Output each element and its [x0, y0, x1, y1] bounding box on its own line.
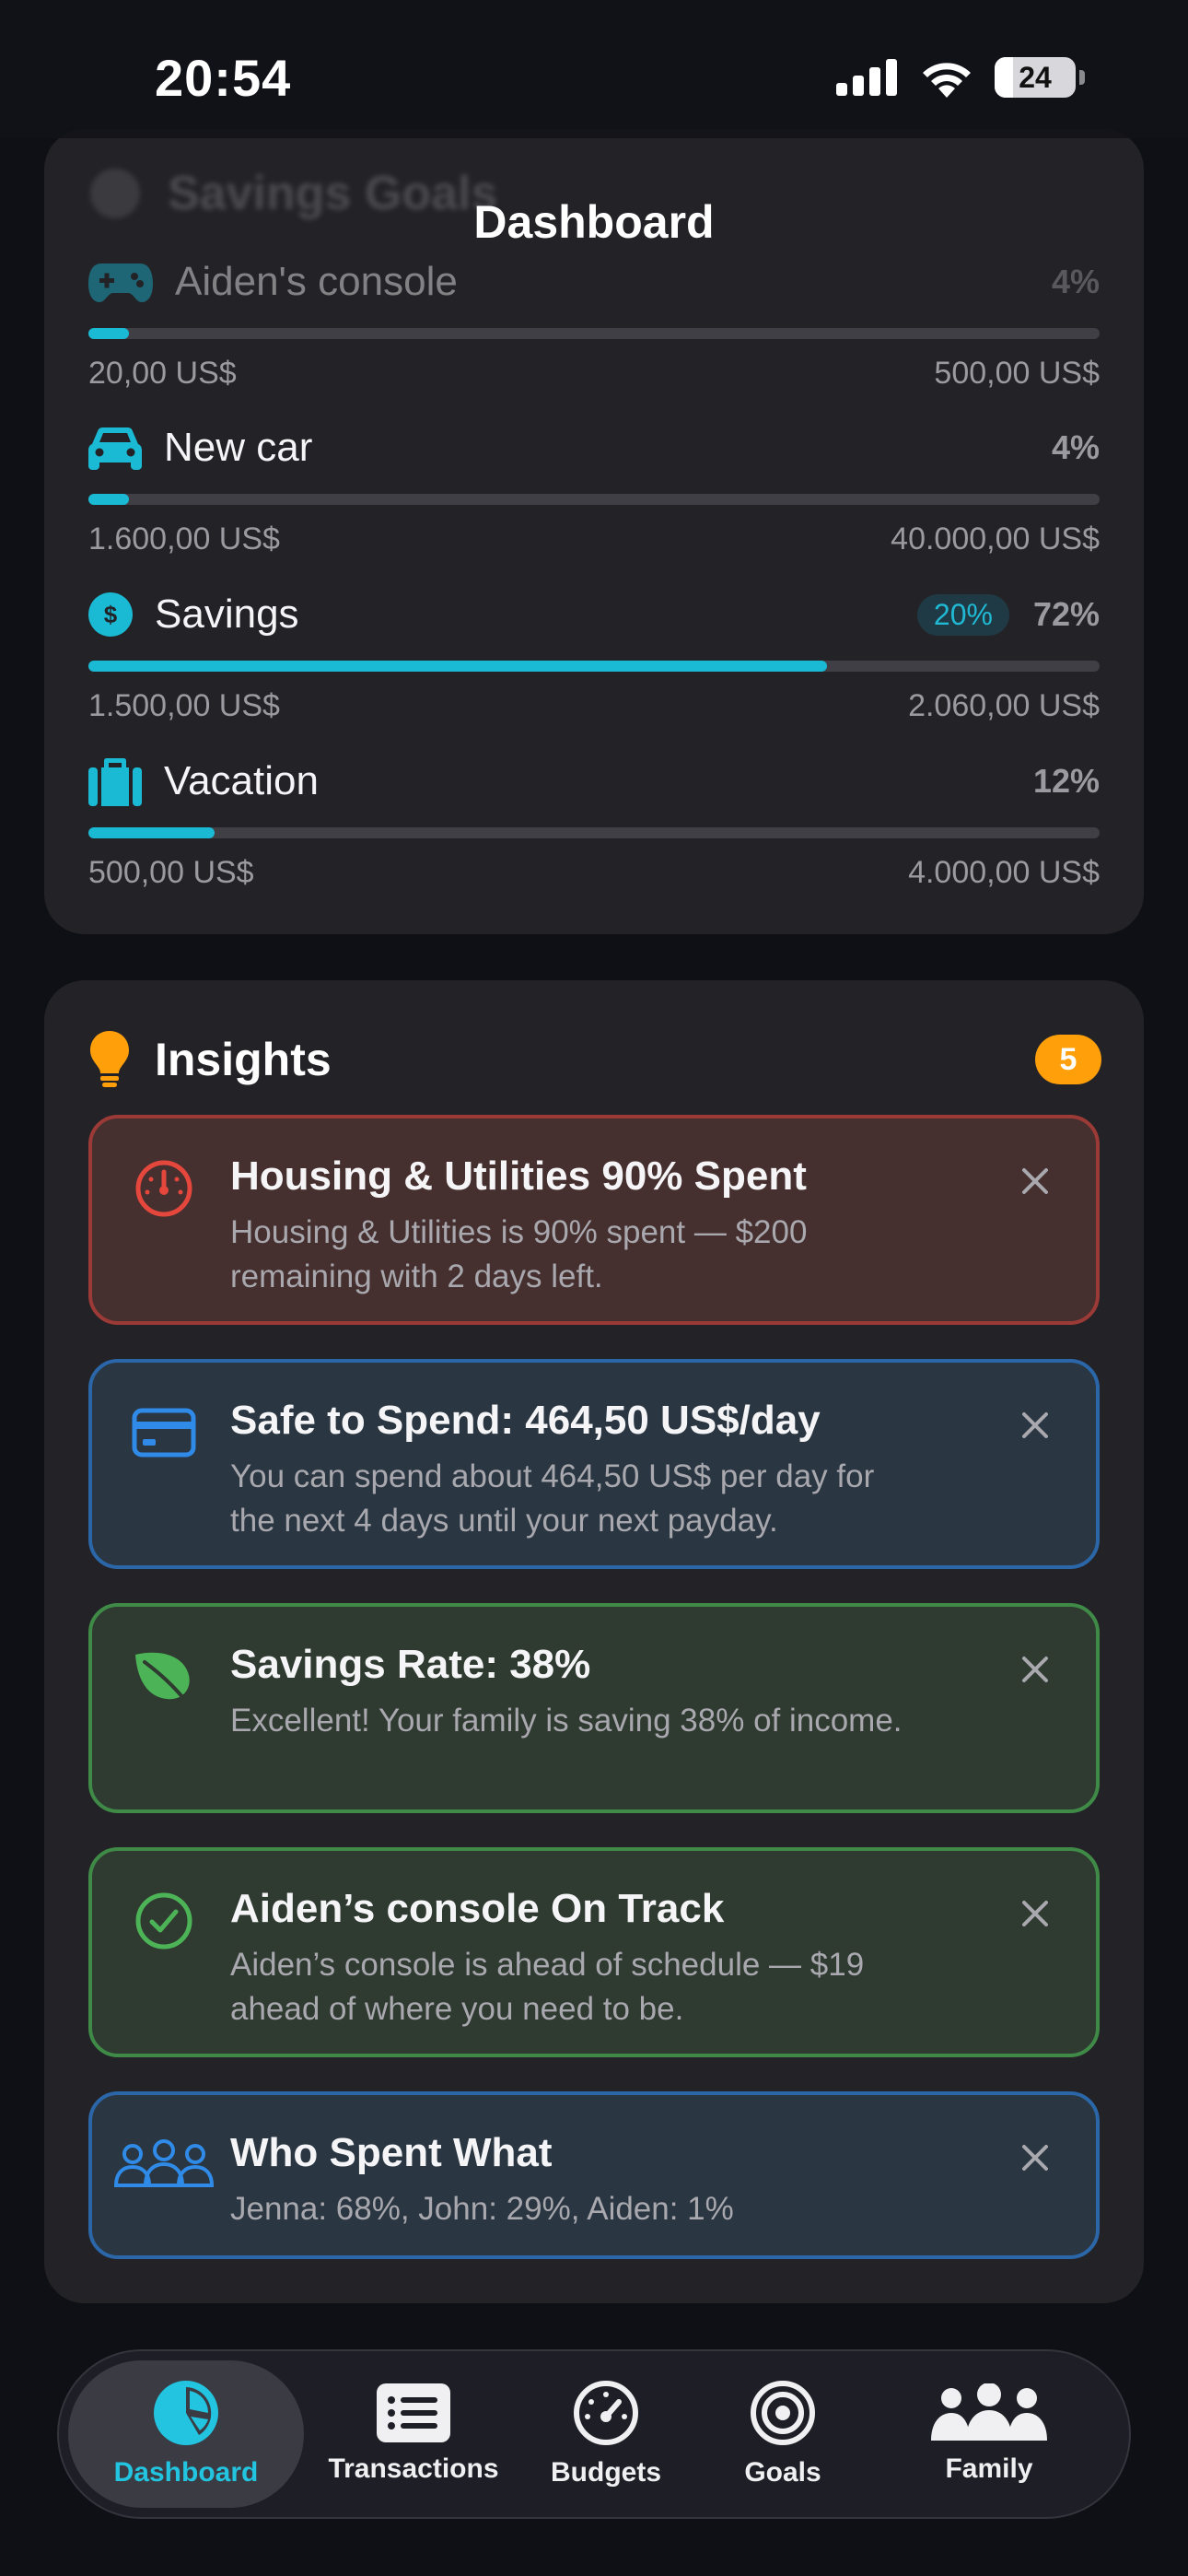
goal-progress-bar: [88, 328, 1100, 339]
insight-body: Housing & Utilities is 90% spent — $200 …: [230, 1214, 808, 1294]
goal-progress-fill: [88, 494, 129, 505]
tab-budgets[interactable]: Budgets: [519, 2360, 693, 2508]
speedometer-icon: [129, 1153, 199, 1224]
tab-label: Dashboard: [113, 2457, 259, 2488]
svg-text:$: $: [104, 601, 118, 628]
goal-item-savings[interactable]: $ Savings 20% 72% 1.500,00 US$ 2.060,00 …: [88, 587, 1100, 724]
goal-current-amount: 1.500,00 US$: [88, 688, 280, 723]
goal-item-new-car[interactable]: New car 4% 1.600,00 US$ 40.000,00 US$: [88, 420, 1100, 557]
tab-transactions[interactable]: Transactions: [317, 2360, 510, 2508]
goal-progress-fill: [88, 661, 827, 672]
goal-item-aidens-console[interactable]: Aiden's console 4% 20,00 US$ 500,00 US$: [88, 254, 1100, 392]
insights-header: Insights 5: [90, 1026, 1101, 1093]
insight-body: Jenna: 68%, John: 29%, Aiden: 1%: [230, 2191, 734, 2227]
goal-progress-fill: [88, 827, 215, 838]
savings-goals-card: Savings Goals Aiden's console 4% 20,00 U…: [44, 129, 1144, 934]
dollar-icon: $: [88, 592, 133, 637]
close-icon[interactable]: [1017, 1163, 1054, 1200]
insight-body: You can spend about 464,50 US$ per day f…: [230, 1458, 875, 1539]
insight-title: Who Spent What: [230, 2130, 553, 2175]
gauge-icon: [574, 2381, 638, 2445]
goal-current-amount: 1.600,00 US$: [88, 521, 280, 556]
insight-title: Safe to Spend: 464,50 US$/day: [230, 1398, 821, 1443]
insight-title: Aiden’s console On Track: [230, 1886, 725, 1931]
close-icon[interactable]: [1017, 1651, 1054, 1688]
goal-progress-fill: [88, 328, 129, 339]
insights-title: Insights: [155, 1034, 332, 1085]
credit-card-icon: [129, 1398, 199, 1468]
goal-progress-bar: [88, 494, 1100, 505]
list-icon: [377, 2383, 450, 2442]
status-icons: 24: [836, 57, 1085, 98]
lightbulb-icon: [90, 1031, 129, 1087]
goal-item-vacation[interactable]: Vacation 12% 500,00 US$ 4.000,00 US$: [88, 754, 1100, 891]
goal-progress-bar: [88, 827, 1100, 838]
tab-goals[interactable]: Goals: [709, 2360, 856, 2508]
insight-title: Savings Rate: 38%: [230, 1642, 591, 1687]
car-icon: [88, 427, 142, 470]
tab-label: Transactions: [328, 2453, 499, 2484]
insights-count-badge: 5: [1035, 1035, 1101, 1084]
goal-target-amount: 40.000,00 US$: [891, 521, 1100, 556]
insights-card: Insights 5 Housing & Utilities 90% Spent…: [44, 980, 1144, 2303]
close-icon[interactable]: [1017, 1407, 1054, 1444]
insight-body: Excellent! Your family is saving 38% of …: [230, 1703, 903, 1739]
close-icon[interactable]: [1017, 1895, 1054, 1932]
tab-family[interactable]: Family: [888, 2360, 1090, 2508]
insight-body: Aiden’s console is ahead of schedule — $…: [230, 1947, 865, 2027]
gamepad-icon: [88, 263, 153, 302]
status-time: 20:54: [155, 49, 292, 107]
family-icon: [931, 2383, 1047, 2441]
insight-card-housing[interactable]: Housing & Utilities 90% Spent Housing & …: [88, 1115, 1100, 1325]
goal-target-amount: 500,00 US$: [934, 356, 1100, 391]
insight-card-safe-to-spend[interactable]: Safe to Spend: 464,50 US$/day You can sp…: [88, 1359, 1100, 1569]
goal-percent: 4%: [1051, 428, 1100, 466]
battery-icon: 24: [995, 57, 1076, 98]
suitcase-icon: [88, 758, 142, 806]
tab-label: Family: [945, 2453, 1033, 2484]
leaf-icon: [129, 1642, 199, 1712]
tab-label: Budgets: [551, 2457, 661, 2488]
check-circle-icon: [129, 1886, 199, 1956]
wifi-icon: [923, 63, 971, 98]
goal-current-amount: 20,00 US$: [88, 356, 237, 391]
goal-name: New car: [164, 425, 313, 470]
insight-card-who-spent-what[interactable]: Who Spent What Jenna: 68%, John: 29%, Ai…: [88, 2091, 1100, 2259]
insight-title: Housing & Utilities 90% Spent: [230, 1153, 807, 1199]
close-icon[interactable]: [1017, 2139, 1054, 2176]
tab-label: Goals: [744, 2457, 821, 2488]
tab-dashboard[interactable]: Dashboard: [68, 2360, 304, 2508]
goal-progress-bar: [88, 661, 1100, 672]
goal-name: Savings: [155, 591, 299, 637]
goal-name: Vacation: [164, 758, 319, 803]
status-bar: 20:54 24: [0, 0, 1188, 138]
goal-rate-chip: 20%: [916, 593, 1009, 636]
insight-card-savings-rate[interactable]: Savings Rate: 38% Excellent! Your family…: [88, 1603, 1100, 1813]
pie-chart-icon: [154, 2381, 218, 2445]
insight-card-aidens-console[interactable]: Aiden’s console On Track Aiden’s console…: [88, 1847, 1100, 2057]
page-title: Dashboard: [473, 196, 715, 248]
goal-name: Aiden's console: [175, 259, 458, 304]
goal-current-amount: 500,00 US$: [88, 855, 254, 890]
signal-icon: [836, 59, 897, 96]
goal-target-amount: 4.000,00 US$: [908, 855, 1100, 890]
tab-bar: Dashboard Transactions Budgets Goals Fam…: [57, 2349, 1131, 2519]
people-icon: [111, 2130, 217, 2200]
target-icon: [751, 2381, 815, 2445]
battery-level: 24: [1019, 60, 1052, 94]
goal-percent: 12%: [1032, 762, 1100, 800]
goal-percent: 4%: [1051, 263, 1100, 300]
goal-percent: 72%: [1032, 595, 1100, 633]
goal-target-amount: 2.060,00 US$: [908, 688, 1100, 723]
